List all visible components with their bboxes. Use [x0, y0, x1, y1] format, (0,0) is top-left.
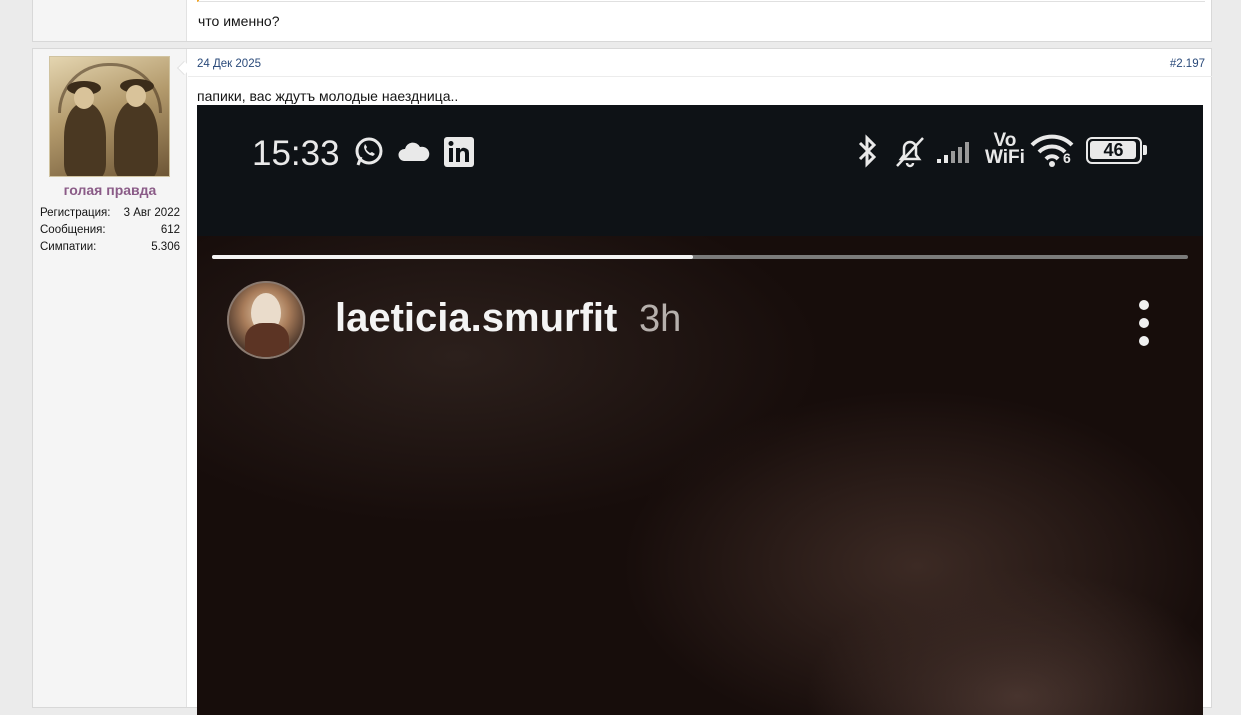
- user-column: голая правда Регистрация: 3 Авг 2022 Соо…: [33, 49, 187, 707]
- linkedin-icon: [444, 137, 474, 167]
- stat-value[interactable]: 612: [161, 222, 180, 239]
- stat-label: Сообщения:: [40, 224, 106, 236]
- previous-post: что именно?: [32, 0, 1212, 42]
- quote-block-edge: [197, 0, 1205, 2]
- clock: 15:33: [252, 134, 340, 173]
- user-stats: Регистрация: 3 Авг 2022 Сообщения: 612 С…: [40, 205, 180, 256]
- stat-likes: Симпатии: 5.306: [40, 239, 180, 256]
- story-screenshot[interactable]: 15:33 Vo WiFi 6 46 laeticia.smurfit 3h: [197, 105, 1203, 715]
- bluetooth-icon: [858, 134, 877, 168]
- cloud-icon: [398, 142, 430, 161]
- stat-registration: Регистрация: 3 Авг 2022: [40, 205, 180, 222]
- post-header: 24 Дек 2025 #2.197: [188, 49, 1212, 77]
- stat-value: 3 Авг 2022: [123, 207, 180, 219]
- stat-label: Симпатии:: [40, 241, 97, 253]
- post-text: папики, вас ждутъ молодые наездница..: [197, 88, 459, 104]
- battery-level: 46: [1103, 140, 1124, 160]
- story-username[interactable]: laeticia.smurfit: [335, 296, 617, 341]
- stat-messages: Сообщения: 612: [40, 222, 180, 239]
- phone-status-bar: 15:33 Vo WiFi 6 46: [197, 105, 1203, 236]
- wifi-badge: 6: [1063, 150, 1071, 166]
- more-options-icon[interactable]: [1139, 300, 1149, 354]
- forum-post: голая правда Регистрация: 3 Авг 2022 Соо…: [32, 48, 1212, 715]
- whatsapp-icon: [355, 137, 383, 166]
- vowifi-bottom: WiFi: [985, 147, 1025, 168]
- story-avatar[interactable]: [227, 281, 305, 359]
- username[interactable]: голая правда: [33, 182, 187, 198]
- stat-label: Регистрация:: [40, 207, 111, 219]
- avatar[interactable]: [49, 56, 170, 177]
- story-progress-bar: [212, 255, 1188, 259]
- post-date[interactable]: 24 Дек 2025: [197, 58, 261, 70]
- previous-post-text: что именно?: [198, 13, 280, 29]
- vowifi-icon: Vo WiFi: [985, 131, 1025, 168]
- signal-icon: [937, 142, 969, 163]
- post-number[interactable]: #2.197: [1170, 58, 1205, 70]
- bell-muted-icon: [896, 137, 924, 168]
- stat-value: 5.306: [151, 241, 180, 253]
- previous-post-user-column: [33, 0, 187, 41]
- story-time-ago: 3h: [639, 298, 682, 340]
- battery-icon: 46: [1086, 137, 1147, 164]
- story-progress-fill: [212, 255, 694, 259]
